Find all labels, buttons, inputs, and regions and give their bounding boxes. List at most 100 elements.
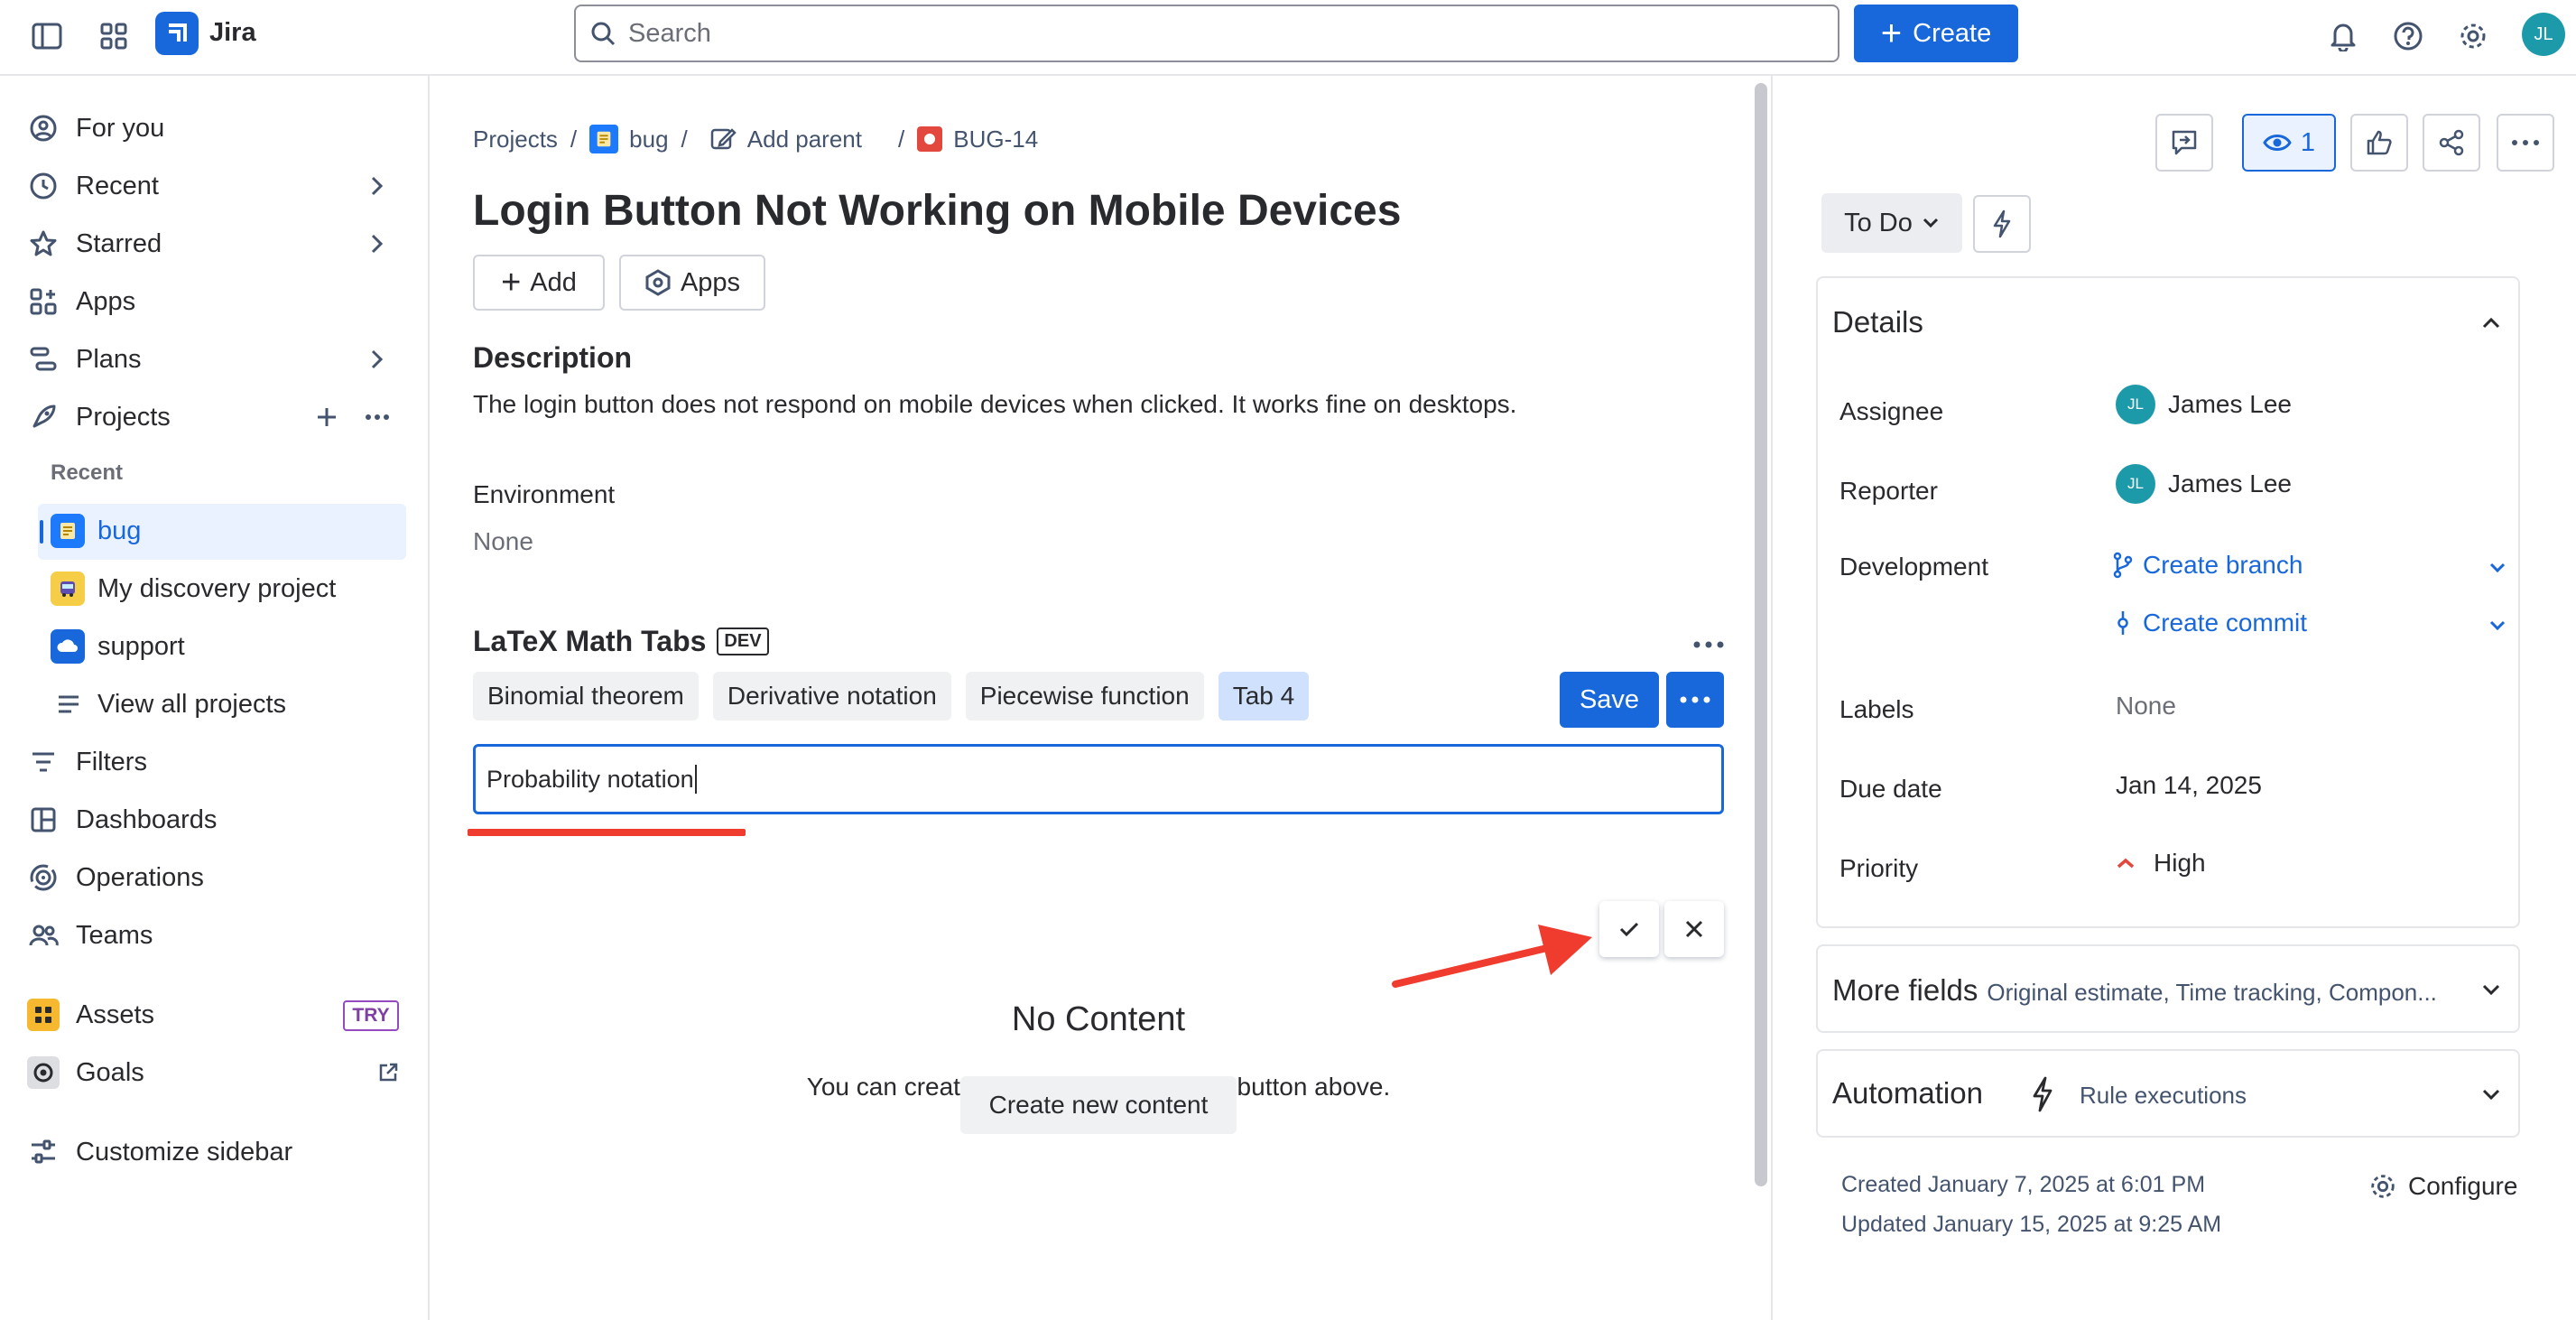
project-bug[interactable]: bug: [51, 506, 141, 556]
sidebar-item-plans[interactable]: Plans: [25, 334, 142, 385]
labels-label: Labels: [1839, 695, 1914, 723]
latex-title: LaTeX Math Tabs: [473, 625, 707, 657]
latex-more-options-icon[interactable]: [1686, 627, 1731, 663]
apps-hexagon-icon: [644, 269, 672, 296]
bug-type-icon: [917, 126, 943, 152]
sidebar-item-dashboards[interactable]: Dashboards: [25, 795, 217, 845]
reporter-field[interactable]: JL James Lee: [2116, 464, 2292, 504]
sidebar-item-for-you[interactable]: For you: [25, 103, 164, 153]
branch-icon: [2112, 552, 2134, 579]
app-switcher-icon[interactable]: [94, 16, 134, 56]
notifications-icon[interactable]: [2323, 16, 2363, 56]
details-heading[interactable]: Details: [1832, 305, 1923, 339]
external-link-icon[interactable]: [374, 1058, 403, 1087]
more-dots-icon: [1680, 696, 1710, 703]
tab-name-value: Probability notation: [486, 765, 694, 793]
automation-trigger-button[interactable]: [1973, 195, 2031, 253]
status-dropdown[interactable]: To Do: [1821, 193, 1962, 253]
create-new-content-button[interactable]: Create new content: [960, 1076, 1237, 1134]
sidebar-item-operations[interactable]: Operations: [25, 852, 204, 903]
annotation-underline: [468, 829, 746, 836]
project-my-discovery[interactable]: My discovery project: [51, 563, 336, 614]
sidebar-item-starred[interactable]: Starred: [25, 218, 162, 269]
due-date-value[interactable]: Jan 14, 2025: [2116, 771, 2262, 800]
sidebar-item-apps[interactable]: Apps: [25, 276, 135, 327]
app-name[interactable]: Jira: [209, 18, 256, 48]
project-label: My discovery project: [97, 573, 337, 603]
breadcrumb-project[interactable]: bug: [629, 125, 668, 153]
chevron-right-icon[interactable]: [361, 170, 394, 202]
sidebar-item-projects[interactable]: Projects: [25, 392, 171, 442]
sidebar-item-teams[interactable]: Teams: [25, 910, 153, 961]
goals-icon: [25, 1055, 61, 1091]
project-support[interactable]: support: [51, 621, 185, 672]
chevron-down-icon[interactable]: [2484, 554, 2511, 581]
chevron-down-icon[interactable]: [2484, 612, 2511, 639]
apps-button[interactable]: Apps: [619, 255, 765, 311]
feedback-button[interactable]: [2155, 114, 2213, 172]
cancel-button[interactable]: [1664, 901, 1724, 957]
more-actions-button[interactable]: [2497, 114, 2554, 172]
add-parent-link[interactable]: Add parent: [747, 125, 862, 153]
assignee-field[interactable]: JL James Lee: [2116, 385, 2292, 424]
more-actions-button[interactable]: [1666, 672, 1724, 728]
chevron-right-icon[interactable]: [361, 228, 394, 260]
breadcrumb-projects[interactable]: Projects: [473, 125, 558, 153]
latex-tab-list: Binomial theorem Derivative notation Pie…: [473, 672, 1310, 720]
sidebar-item-filters[interactable]: Filters: [25, 737, 147, 787]
add-project-plus-icon[interactable]: [310, 401, 343, 433]
selected-indicator: [40, 520, 43, 544]
sidebar-toggle-icon[interactable]: [27, 16, 67, 56]
environment-value[interactable]: None: [473, 527, 533, 556]
create-button[interactable]: + Create: [1854, 5, 2018, 62]
tab-derivative-notation[interactable]: Derivative notation: [712, 672, 951, 720]
create-branch-label: Create branch: [2143, 551, 2303, 579]
user-avatar[interactable]: JL: [2522, 13, 2565, 56]
watch-button[interactable]: 1: [2242, 114, 2336, 172]
apps-icon: [25, 284, 61, 320]
issue-title[interactable]: Login Button Not Working on Mobile Devic…: [473, 186, 1401, 236]
view-all-projects[interactable]: View all projects: [51, 679, 286, 730]
like-button[interactable]: [2350, 114, 2408, 172]
commit-icon: [2112, 609, 2134, 637]
more-options-icon[interactable]: [361, 401, 394, 433]
more-fields-card[interactable]: More fields Original estimate, Time trac…: [1816, 944, 2520, 1033]
sidebar-item-assets[interactable]: Assets: [25, 990, 154, 1040]
sidebar-item-recent[interactable]: Recent: [25, 161, 159, 211]
create-branch-link[interactable]: Create branch: [2112, 551, 2303, 580]
tab-name-input[interactable]: Probability notation: [473, 744, 1724, 814]
tab-4[interactable]: Tab 4: [1218, 672, 1310, 720]
tab-piecewise-function[interactable]: Piecewise function: [965, 672, 1204, 720]
chevron-down-icon[interactable]: [2477, 975, 2506, 1004]
breadcrumb-issue-key[interactable]: BUG-14: [953, 125, 1038, 153]
sidebar-item-goals[interactable]: Goals: [25, 1047, 144, 1098]
chevron-right-icon[interactable]: [361, 343, 394, 376]
configure-button[interactable]: Configure: [2368, 1172, 2517, 1201]
sidebar-label: Customize sidebar: [76, 1137, 293, 1167]
customize-sidebar[interactable]: Customize sidebar: [25, 1127, 292, 1177]
more-fields-subtitle: Original estimate, Time tracking, Compon…: [1987, 979, 2437, 1006]
settings-gear-icon[interactable]: [2453, 16, 2493, 56]
chevron-down-icon: [1922, 217, 1940, 229]
add-button[interactable]: + Add: [473, 255, 605, 311]
description-text[interactable]: The login button does not respond on mob…: [473, 390, 1516, 419]
priority-field[interactable]: High: [2116, 849, 2206, 878]
create-commit-link[interactable]: Create commit: [2112, 609, 2307, 637]
sidebar-label: For you: [76, 113, 165, 143]
tab-binomial-theorem[interactable]: Binomial theorem: [473, 672, 699, 720]
main-scrollbar[interactable]: [1755, 83, 1767, 1186]
chevron-down-icon[interactable]: [2477, 1080, 2506, 1109]
confirm-button[interactable]: [1599, 901, 1659, 957]
share-button[interactable]: [2423, 114, 2480, 172]
help-icon[interactable]: [2388, 16, 2428, 56]
sidebar-label: Plans: [76, 344, 142, 374]
automation-card[interactable]: Automation Rule executions: [1816, 1049, 2520, 1138]
assets-icon: [25, 997, 61, 1033]
save-button[interactable]: Save: [1560, 672, 1659, 728]
labels-value[interactable]: None: [2116, 692, 2176, 720]
sidebar-label: Goals: [76, 1057, 144, 1087]
search-input[interactable]: Search: [574, 5, 1839, 62]
jira-logo-icon[interactable]: [155, 12, 199, 55]
chevron-up-icon[interactable]: [2477, 309, 2506, 338]
cloud-icon: [51, 629, 85, 664]
